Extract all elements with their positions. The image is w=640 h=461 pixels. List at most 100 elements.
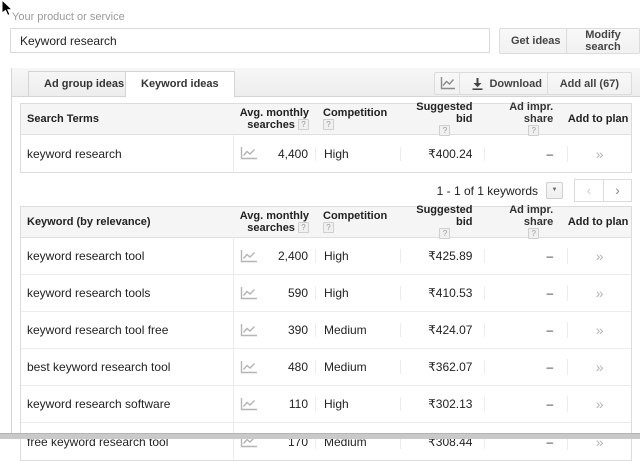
col-suggested-bid: Suggested bid ? bbox=[416, 101, 473, 136]
add-to-plan-cell: » bbox=[567, 145, 631, 162]
search-trend-chart-icon[interactable] bbox=[240, 360, 258, 374]
keyword-cell: keyword research tools bbox=[27, 286, 151, 300]
help-icon[interactable]: ? bbox=[323, 222, 334, 233]
add-to-plan-cell: » bbox=[567, 396, 631, 412]
table-row: keyword research tool free 390 Medium ₹4… bbox=[21, 312, 631, 349]
download-button[interactable]: Download bbox=[459, 72, 555, 95]
add-to-plan-button[interactable]: » bbox=[596, 285, 604, 301]
avg-searches-cell: 590 bbox=[233, 275, 315, 311]
help-icon[interactable]: ? bbox=[298, 119, 309, 130]
line-chart-icon bbox=[440, 77, 455, 90]
add-all-button[interactable]: Add all (67) bbox=[546, 72, 632, 95]
pagination: 1 - 1 of 1 keywords ▼ ‹ › bbox=[437, 179, 632, 202]
col-add-to-plan: Add to plan bbox=[567, 216, 629, 228]
avg-searches-value: 390 bbox=[287, 323, 308, 337]
ad-impr-share-cell: – bbox=[484, 360, 567, 374]
table-row: keyword research tools 590 High ₹410.53 … bbox=[21, 275, 631, 312]
tab-keyword-ideas[interactable]: Keyword ideas bbox=[125, 71, 235, 98]
tab-ad-group-ideas[interactable]: Ad group ideas bbox=[28, 71, 141, 97]
get-ideas-button[interactable]: Get ideas bbox=[499, 28, 573, 54]
horizontal-scrollbar[interactable] bbox=[0, 433, 640, 439]
search-trend-chart-icon[interactable] bbox=[240, 147, 258, 160]
avg-searches-value: 590 bbox=[287, 286, 308, 300]
keyword-cell: keyword research software bbox=[27, 397, 171, 411]
search-terms-table: Search Terms Avg. monthly searches ? Com… bbox=[20, 101, 632, 173]
competition-cell: High bbox=[315, 146, 400, 161]
col-competition: Competition ? bbox=[323, 210, 388, 233]
col-avg-line2: searches ? bbox=[247, 119, 309, 131]
add-to-plan-cell: » bbox=[567, 285, 631, 301]
col-search-terms: Search Terms bbox=[27, 113, 99, 125]
search-trend-chart-icon[interactable] bbox=[240, 286, 258, 300]
col-competition: Competition ? bbox=[323, 107, 388, 130]
ad-impr-share-cell: – bbox=[484, 323, 567, 337]
search-terms-body: keyword research 4,400 High ₹400.24 – » bbox=[21, 135, 631, 172]
competition-cell: High bbox=[315, 286, 400, 300]
page-size-dropdown[interactable]: ▼ bbox=[546, 182, 563, 199]
avg-searches-cell: 2,400 bbox=[233, 238, 315, 274]
chevron-down-icon: ▼ bbox=[551, 187, 558, 193]
keyword-cell: best keyword research tool bbox=[27, 360, 171, 374]
competition-cell: Medium bbox=[315, 360, 400, 374]
col-avg-line1: Avg. monthly bbox=[239, 210, 309, 222]
add-to-plan-button[interactable]: » bbox=[596, 146, 604, 162]
col-avg-monthly-searches: Avg. monthly searches ? bbox=[233, 104, 315, 134]
keyword-ideas-body: keyword research tool 2,400 High ₹425.89… bbox=[21, 238, 631, 460]
avg-searches-cell: 110 bbox=[233, 386, 315, 422]
avg-searches-value: 4,400 bbox=[277, 146, 308, 161]
help-icon[interactable]: ? bbox=[439, 125, 451, 136]
add-to-plan-button[interactable]: » bbox=[596, 396, 604, 412]
add-to-plan-cell: » bbox=[567, 322, 631, 338]
add-to-plan-button[interactable]: » bbox=[596, 322, 604, 338]
avg-searches-cell: 170 bbox=[233, 423, 315, 460]
table-row: keyword research 4,400 High ₹400.24 – » bbox=[21, 135, 631, 172]
table-row: free keyword research tool 170 Medium ₹3… bbox=[21, 423, 631, 460]
pagination-label: 1 - 1 of 1 keywords bbox=[436, 183, 538, 198]
prev-page-button[interactable]: ‹ bbox=[574, 179, 603, 202]
competition-cell: Medium bbox=[315, 323, 400, 337]
col-suggested-bid: Suggested bid ? bbox=[416, 204, 473, 239]
table-row: best keyword research tool 480 Medium ₹3… bbox=[21, 349, 631, 386]
keyword-ideas-table: Keyword (by relevance) Avg. monthly sear… bbox=[20, 204, 632, 461]
search-trend-chart-icon[interactable] bbox=[240, 249, 258, 263]
col-avg-line2: searches ? bbox=[247, 222, 309, 234]
col-avg-line1: Avg. monthly bbox=[239, 107, 309, 119]
avg-searches-value: 480 bbox=[287, 360, 308, 374]
ad-impr-share-cell: – bbox=[484, 397, 567, 411]
ad-impr-share-cell: – bbox=[484, 249, 567, 263]
suggested-bid-cell: ₹425.89 bbox=[399, 249, 485, 263]
avg-searches-cell: 4,400 bbox=[233, 135, 315, 172]
help-icon[interactable]: ? bbox=[439, 228, 451, 239]
col-add-to-plan: Add to plan bbox=[567, 113, 629, 125]
col-ad-impr-share: Ad impr. share ? bbox=[509, 101, 554, 136]
keyword-ideas-header: Keyword (by relevance) Avg. monthly sear… bbox=[21, 204, 631, 239]
add-to-plan-button[interactable]: » bbox=[596, 359, 604, 375]
chart-toggle-button[interactable] bbox=[434, 72, 461, 95]
col-ad-impr-share: Ad impr. share ? bbox=[509, 204, 554, 239]
keyword-cell: keyword research bbox=[27, 146, 122, 161]
search-input[interactable] bbox=[10, 28, 490, 53]
search-trend-chart-icon[interactable] bbox=[240, 323, 258, 337]
keyword-cell: keyword research tool free bbox=[27, 323, 169, 337]
search-trend-chart-icon[interactable] bbox=[240, 397, 258, 411]
tab-bar: Ad group ideas Keyword ideas Download Ad… bbox=[12, 68, 640, 98]
help-icon[interactable]: ? bbox=[528, 125, 540, 136]
download-label: Download bbox=[489, 77, 542, 90]
modify-search-button[interactable]: Modify search bbox=[566, 28, 640, 54]
col-avg-monthly-searches: Avg. monthly searches ? bbox=[233, 207, 315, 237]
help-icon[interactable]: ? bbox=[528, 228, 540, 239]
product-service-label: Your product or service bbox=[12, 11, 125, 23]
competition-cell: High bbox=[315, 249, 400, 263]
help-icon[interactable]: ? bbox=[298, 222, 309, 233]
help-icon[interactable]: ? bbox=[323, 119, 334, 130]
add-to-plan-button[interactable]: » bbox=[596, 248, 604, 264]
ad-impr-share-cell: – bbox=[484, 146, 567, 161]
next-page-button[interactable]: › bbox=[603, 179, 632, 202]
suggested-bid-cell: ₹400.24 bbox=[399, 146, 485, 161]
table-row: keyword research tool 2,400 High ₹425.89… bbox=[21, 238, 631, 275]
pagination-nav: ‹ › bbox=[574, 179, 632, 202]
col-keyword-by-relevance: Keyword (by relevance) bbox=[27, 216, 151, 228]
mouse-cursor-icon bbox=[1, 0, 14, 17]
add-to-plan-cell: » bbox=[567, 248, 631, 264]
keyword-cell: keyword research tool bbox=[27, 249, 145, 263]
